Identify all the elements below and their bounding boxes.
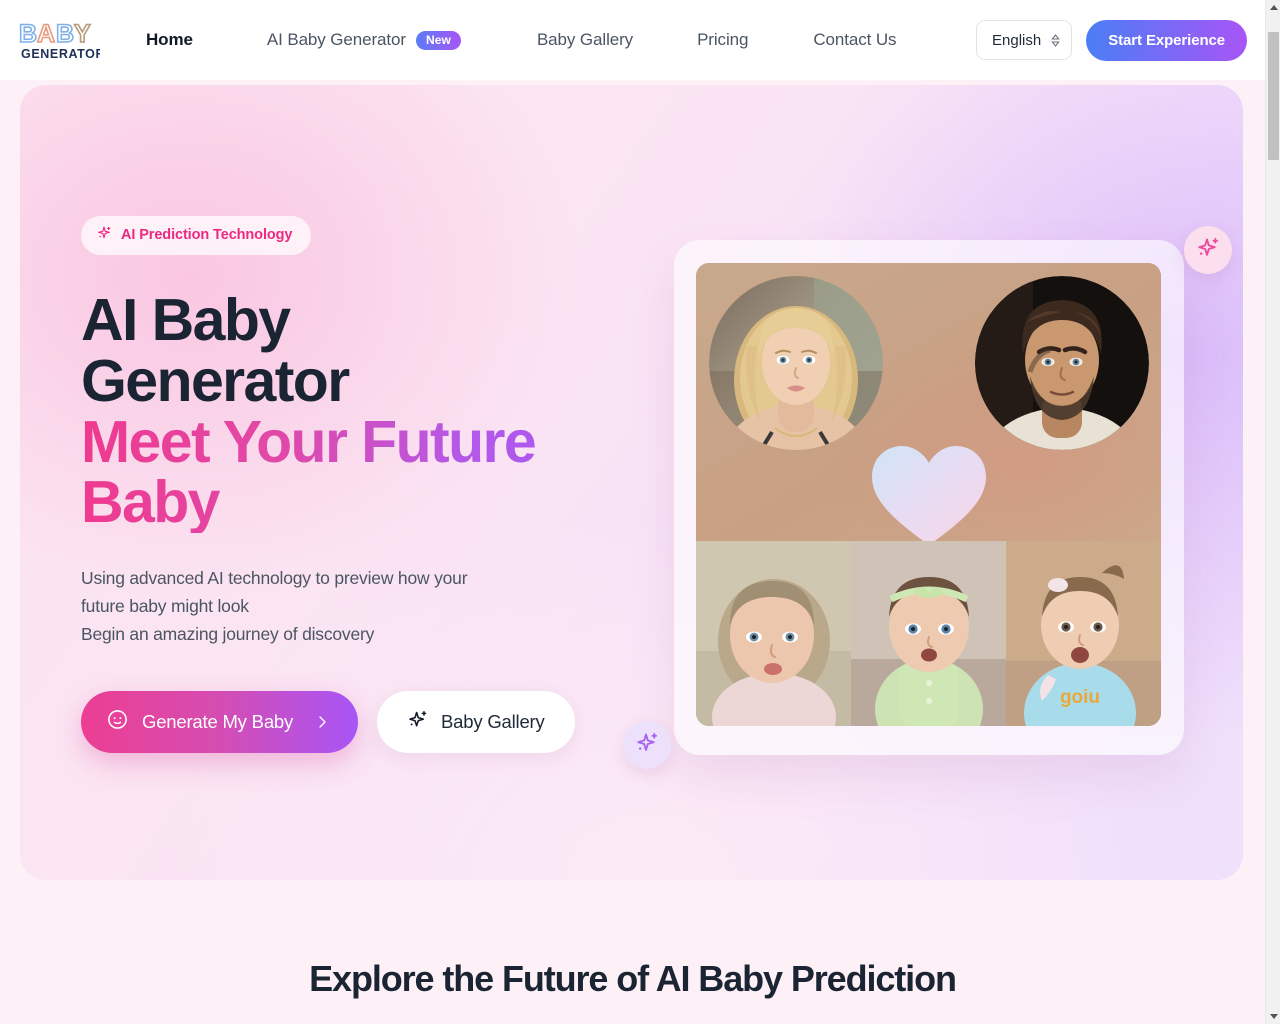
generate-my-baby-button[interactable]: Generate My Baby bbox=[81, 691, 359, 754]
parents-panel bbox=[696, 263, 1161, 545]
baby-gallery-label: Baby Gallery bbox=[441, 711, 545, 733]
brand-logo[interactable]: B A B Y GENERATOR bbox=[18, 17, 100, 63]
hero-copy: AI Prediction Technology AI Baby Generat… bbox=[20, 85, 660, 880]
explore-section: Explore the Future of AI Baby Prediction bbox=[0, 890, 1265, 1000]
page-scrollbar[interactable] bbox=[1265, 0, 1280, 1024]
hero-headline-line2: Generator bbox=[81, 347, 350, 414]
hero-headline: AI Baby Generator Meet Your Future Baby bbox=[81, 290, 611, 533]
chevron-right-icon bbox=[314, 714, 330, 730]
svg-text:B: B bbox=[19, 20, 37, 48]
nav-link-pricing[interactable]: Pricing bbox=[697, 30, 748, 50]
hero-subtitle-line2: future baby might look bbox=[81, 596, 249, 617]
hero-card: AI Prediction Technology AI Baby Generat… bbox=[20, 85, 1243, 880]
sparkle-badge-bottom-left bbox=[623, 721, 671, 769]
sparkles-icon bbox=[1196, 236, 1220, 265]
hero-visual: goiu bbox=[623, 85, 1243, 880]
browser-viewport: B A B Y GENERATOR Home AI Baby Generator… bbox=[0, 0, 1265, 1024]
generate-my-baby-label: Generate My Baby bbox=[142, 711, 294, 733]
nav-new-badge: New bbox=[415, 30, 461, 50]
explore-section-title: Explore the Future of AI Baby Prediction bbox=[309, 958, 957, 999]
chevron-updown-icon bbox=[1051, 33, 1060, 47]
hero-subtitle-line3: Begin an amazing journey of discovery bbox=[81, 624, 375, 645]
site-header: B A B Y GENERATOR Home AI Baby Generator… bbox=[0, 0, 1265, 80]
nav-item-pricing[interactable]: Pricing bbox=[697, 30, 748, 50]
nav-item-baby-gallery[interactable]: Baby Gallery bbox=[537, 30, 633, 50]
svg-text:GENERATOR: GENERATOR bbox=[21, 47, 100, 61]
hero-photo-collage: goiu bbox=[696, 263, 1161, 726]
baby-photo-1 bbox=[696, 541, 851, 726]
mother-avatar bbox=[709, 276, 883, 450]
sparkles-icon bbox=[407, 709, 428, 735]
main-nav: Home AI Baby Generator New Baby Gallery … bbox=[118, 30, 976, 50]
nav-item-home[interactable]: Home bbox=[146, 30, 193, 50]
nav-link-home[interactable]: Home bbox=[146, 30, 193, 50]
scroll-up-arrow-icon[interactable] bbox=[1266, 0, 1280, 15]
hero-photo-frame: goiu bbox=[674, 240, 1184, 755]
nav-link-ai-baby-generator[interactable]: AI Baby Generator bbox=[267, 30, 406, 50]
sparkles-icon bbox=[635, 731, 659, 760]
svg-text:A: A bbox=[37, 20, 55, 48]
hero-subtitle-line1: Using advanced AI technology to preview … bbox=[81, 568, 468, 589]
svg-text:Y: Y bbox=[74, 20, 91, 48]
ai-prediction-badge-label: AI Prediction Technology bbox=[121, 227, 293, 243]
hero-headline-line1: AI Baby bbox=[81, 287, 291, 353]
ai-prediction-badge: AI Prediction Technology bbox=[81, 216, 312, 255]
sparkles-icon bbox=[96, 225, 112, 245]
hero-subtitle: Using advanced AI technology to preview … bbox=[81, 564, 581, 648]
baby-photo-2 bbox=[851, 541, 1006, 726]
hero-headline-gradient: Meet Your Future Baby bbox=[81, 411, 611, 534]
language-select[interactable]: English bbox=[976, 20, 1073, 60]
start-experience-button[interactable]: Start Experience bbox=[1086, 19, 1247, 61]
baby-photo-3: goiu bbox=[1006, 541, 1161, 726]
language-select-value: English bbox=[992, 31, 1042, 49]
baby-face-icon bbox=[106, 708, 129, 736]
heart-icon bbox=[870, 443, 988, 549]
father-avatar bbox=[975, 276, 1149, 450]
baby-gallery-button[interactable]: Baby Gallery bbox=[377, 691, 575, 754]
svg-text:goiu: goiu bbox=[1060, 687, 1100, 708]
hero-cta-row: Generate My Baby Baby Gallery bbox=[81, 691, 660, 754]
header-actions: English Start Experience bbox=[976, 19, 1247, 61]
nav-item-contact-us[interactable]: Contact Us bbox=[813, 30, 896, 50]
scrollbar-thumb[interactable] bbox=[1268, 32, 1279, 160]
hero-section: AI Prediction Technology AI Baby Generat… bbox=[0, 80, 1265, 890]
nav-link-contact-us[interactable]: Contact Us bbox=[813, 30, 896, 50]
scroll-down-arrow-icon[interactable] bbox=[1266, 1009, 1280, 1024]
svg-text:B: B bbox=[56, 20, 74, 48]
baby-results-row: goiu bbox=[696, 541, 1161, 726]
nav-link-baby-gallery[interactable]: Baby Gallery bbox=[537, 30, 633, 50]
sparkle-badge-top-right bbox=[1184, 226, 1232, 274]
nav-item-ai-baby-generator[interactable]: AI Baby Generator New bbox=[267, 30, 461, 50]
